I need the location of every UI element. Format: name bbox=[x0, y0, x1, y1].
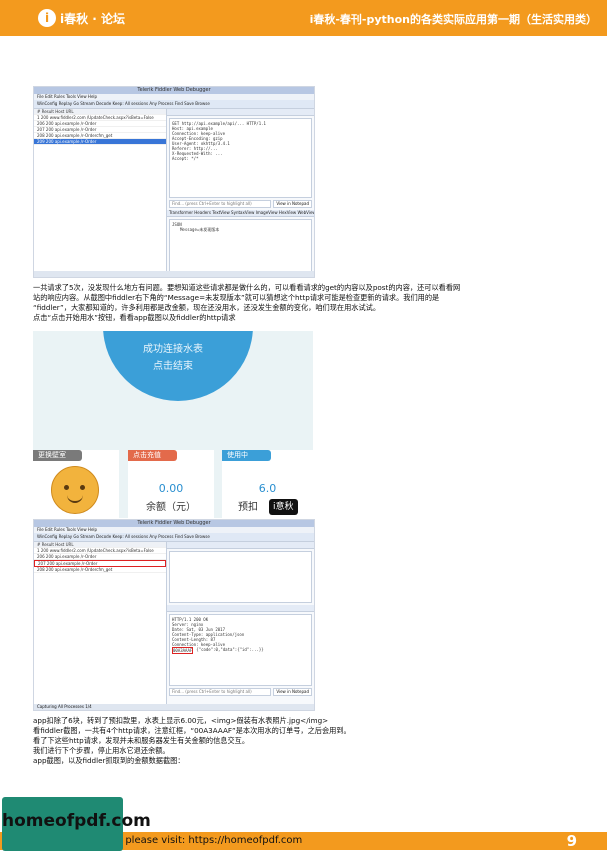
inspector-pane: HTTP/1.1 200 OK Server: nginx Date: Sat,… bbox=[167, 542, 314, 704]
prepaid-label: 预扣 bbox=[238, 502, 258, 513]
site-logo[interactable]: i i春秋 · 论坛 bbox=[38, 8, 125, 28]
avatar-icon bbox=[51, 466, 99, 514]
window-title: Telerik Fiddler Web Debugger bbox=[34, 87, 314, 94]
fiddler-screenshot-1: Telerik Fiddler Web Debugger File Edit R… bbox=[33, 86, 315, 278]
badge-text: homeofpdf.com bbox=[2, 811, 151, 831]
circle-action-text: 点击结束 bbox=[153, 361, 193, 372]
avatar-mouth bbox=[67, 495, 83, 503]
footer-text: e please visit: https://homeofpdf.com bbox=[116, 835, 303, 846]
paragraph-line: 点击“点击开始用水”按钮，看看app截图以及fiddler的http请求 bbox=[33, 313, 236, 322]
card-recharge: 点击充值 0.00 余额（元） bbox=[128, 450, 214, 518]
avatar-eye bbox=[64, 485, 69, 490]
paragraph-line: 看了下这些http请求，发现并未和服务器发生有关金额的信息交互。 bbox=[33, 736, 250, 745]
paragraph-line: 一共请求了5次，没发现什么地方有问题。要想知道这些请求都是做什么的，可以看看请求… bbox=[33, 283, 461, 292]
find-input: Find... (press Ctrl+Enter to highlight a… bbox=[169, 688, 272, 696]
view-in-notepad-button: View in Notepad bbox=[273, 688, 312, 696]
order-id-highlight: 00A3AAAF bbox=[172, 647, 194, 654]
card-in-use: 使用中 6.0 预扣 bbox=[222, 450, 313, 518]
view-in-notepad-button: View in Notepad bbox=[273, 200, 312, 208]
json-message: Message=未发现版本 bbox=[180, 227, 220, 232]
paragraph-line: 看fiddler截图，一共有4个http请求，注意红框，“00A3AAAF”是本… bbox=[33, 726, 351, 735]
card-header: 更换壁室 bbox=[33, 450, 82, 461]
session-row: 208 200 api.example /r-Ordercfm_get bbox=[34, 567, 166, 573]
paragraph-2: app扣除了6块，转到了预扣款里，水表上显示6.00元，<img>假装有水表照片… bbox=[33, 716, 351, 766]
paragraph-line: 我们进行下个步骤，停止用水它退还余额。 bbox=[33, 746, 170, 755]
window-title: Telerik Fiddler Web Debugger bbox=[34, 520, 314, 527]
circle-status-text: 成功连接水表 bbox=[143, 344, 203, 355]
toolbar: WinConfig Replay Go Stream Decode Keep: … bbox=[34, 533, 314, 542]
page-header: i i春秋 · 论坛 i春秋-春刊-python的各类实际应用第一期（生活实用类… bbox=[0, 0, 607, 36]
page-title: i春秋-春刊-python的各类实际应用第一期（生活实用类） bbox=[309, 13, 597, 26]
balance-value: 0.00 bbox=[158, 482, 184, 495]
response-tabs: Transformer Headers TextView SyntaxView … bbox=[167, 210, 314, 217]
paragraph-line: “fiddler”，大家都知道的，许多利用都是改金额，现在还没用水，还没发生金额… bbox=[33, 303, 381, 312]
request-view bbox=[169, 551, 312, 603]
watermark: i意秋 bbox=[269, 499, 298, 515]
inspector-tabs bbox=[167, 109, 314, 116]
avatar-eye bbox=[80, 485, 85, 490]
fiddler-screenshot-2: Telerik Fiddler Web Debugger File Edit R… bbox=[33, 519, 315, 711]
card-header: 点击充值 bbox=[128, 450, 177, 461]
response-tabs bbox=[167, 605, 314, 612]
logo-text: i春秋 · 论坛 bbox=[60, 11, 126, 26]
status-bar bbox=[34, 271, 314, 277]
homeofpdf-badge[interactable]: homeofpdf.com bbox=[2, 797, 151, 851]
page-number: 9 bbox=[566, 832, 577, 850]
inspector-tabs bbox=[167, 542, 314, 549]
paragraph-line: 站的响应内容。从截图中fiddler右下角的“Message=未发现版本”就可以… bbox=[33, 293, 440, 302]
session-row-selected: 209 200 api.example /r-Order bbox=[34, 139, 166, 145]
toolbar: WinConfig Replay Go Stream Decode Keep: … bbox=[34, 100, 314, 109]
balance-label: 余额（元） bbox=[146, 502, 196, 513]
session-list: # Result Host URL 1 200 www.fiddler2.com… bbox=[34, 109, 167, 271]
app-screenshot: 成功连接水表 点击结束 更换壁室 点击充值 0.00 余额（元） 使用中 6.0… bbox=[33, 331, 313, 518]
logo-icon: i bbox=[38, 9, 56, 27]
request-view: GET http://api.example/api/... HTTP/1.1 … bbox=[169, 118, 312, 198]
response-body: {"code":0,"data":{"id":...}} bbox=[196, 647, 264, 652]
inspector-pane: GET http://api.example/api/... HTTP/1.1 … bbox=[167, 109, 314, 273]
session-list: # Result Host URL 1 200 www.fiddler2.com… bbox=[34, 542, 167, 704]
card-change-room: 更换壁室 bbox=[33, 450, 119, 518]
paragraph-line: app截图，以及fiddler抓取到的金额数据截图： bbox=[33, 756, 185, 765]
status-bar: Capturing All Processes 1/4 bbox=[34, 704, 314, 710]
card-header: 使用中 bbox=[222, 450, 271, 461]
request-line: Accept: */* bbox=[172, 156, 199, 161]
session-row-highlighted: 207 200 api.example /r-Order bbox=[34, 560, 166, 567]
find-input: Find... (press Ctrl+Enter to highlight a… bbox=[169, 200, 272, 208]
paragraph-line: app扣除了6块，转到了预扣款里，水表上显示6.00元，<img>假装有水表照片… bbox=[33, 716, 329, 725]
response-json-view: JSON Message=未发现版本 bbox=[169, 219, 312, 273]
response-view: HTTP/1.1 200 OK Server: nginx Date: Sat,… bbox=[169, 614, 312, 686]
paragraph-1: 一共请求了5次，没发现什么地方有问题。要想知道这些请求都是做什么的，可以看看请求… bbox=[33, 283, 460, 323]
prepaid-value: 6.0 bbox=[258, 482, 277, 495]
